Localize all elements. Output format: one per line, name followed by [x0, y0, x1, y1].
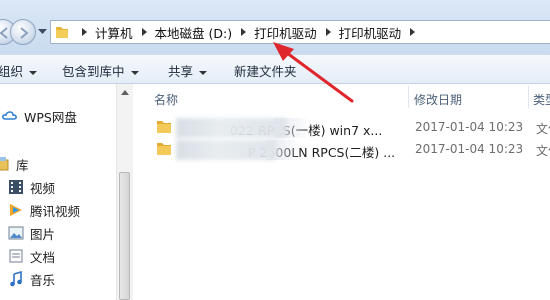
- nav-item-label: 文档: [30, 249, 56, 265]
- nav-item-library[interactable]: 库: [0, 154, 29, 174]
- dropdown-caret-icon: [29, 70, 38, 75]
- include-in-library-label: 包含到库中: [62, 64, 125, 79]
- redacted-name-fade: [266, 140, 302, 160]
- breadcrumb-local-disk-d[interactable]: 本地磁盘 (D:): [155, 23, 233, 42]
- nav-item-label: 图片: [30, 226, 56, 242]
- redacted-name-blur: [176, 140, 276, 160]
- tencent-video-icon: [10, 204, 22, 216]
- music-icon: [10, 271, 22, 287]
- breadcrumb-printer-driver-current[interactable]: 打印机驱动: [339, 23, 402, 42]
- chevron-right-icon[interactable]: [409, 27, 417, 37]
- column-divider[interactable]: [408, 86, 409, 108]
- recent-pages-dropdown-icon[interactable]: [38, 29, 47, 35]
- file-type: 文件: [536, 144, 550, 158]
- dropdown-caret-icon: [199, 70, 208, 75]
- address-bar[interactable]: 计算机 本地磁盘 (D:) 打印机驱动 打印机驱动: [50, 20, 550, 44]
- scroll-up-arrow-icon[interactable]: [121, 90, 129, 95]
- column-header-name[interactable]: 名称: [154, 91, 178, 113]
- column-header-type[interactable]: 类型: [533, 91, 550, 113]
- file-row[interactable]: P 2500LN RPCS(二楼) ... 2017-01-04 10:23 文…: [134, 139, 550, 161]
- nav-item-label: WPS网盘: [24, 109, 77, 125]
- nav-item-label: 视频: [30, 180, 56, 196]
- picture-icon: [8, 226, 24, 240]
- include-in-library-button[interactable]: 包含到库中: [62, 61, 139, 80]
- command-toolbar: 组织 包含到库中 共享 新建文件夹: [0, 54, 550, 84]
- dropdown-caret-icon: [130, 70, 139, 75]
- folder-icon: [157, 143, 171, 155]
- nav-item-label: 音乐: [30, 272, 56, 288]
- chevron-right-icon[interactable]: [240, 27, 248, 37]
- document-icon: [9, 249, 23, 263]
- nav-item-music[interactable]: 音乐: [8, 269, 55, 289]
- forward-button[interactable]: [10, 19, 36, 45]
- chevron-right-icon[interactable]: [81, 27, 89, 37]
- cloud-icon: [2, 111, 17, 120]
- organize-button[interactable]: 组织: [0, 61, 38, 80]
- nav-item-pictures[interactable]: 图片: [8, 223, 55, 243]
- library-icon: [0, 157, 9, 171]
- redacted-name-fade: [274, 118, 310, 138]
- new-folder-button[interactable]: 新建文件夹: [234, 61, 297, 80]
- column-divider[interactable]: [528, 86, 529, 108]
- organize-label: 组织: [0, 64, 24, 79]
- nav-item-wps-cloud[interactable]: WPS网盘: [2, 106, 77, 126]
- nav-item-documents[interactable]: 文档: [8, 246, 55, 266]
- breadcrumb-computer[interactable]: 计算机: [95, 23, 133, 42]
- column-header-modified[interactable]: 修改日期: [414, 91, 462, 113]
- new-folder-label: 新建文件夹: [234, 64, 297, 79]
- breadcrumb-printer-driver[interactable]: 打印机驱动: [254, 23, 317, 42]
- nav-pane-scrollbar[interactable]: [116, 84, 133, 300]
- nav-item-label: 库: [16, 157, 29, 173]
- share-label: 共享: [168, 64, 194, 79]
- folder-icon: [157, 121, 171, 133]
- nav-item-video[interactable]: 视频: [8, 177, 55, 197]
- nav-item-tencent-video[interactable]: 腾讯视频: [8, 200, 80, 220]
- chevron-right-icon[interactable]: [325, 27, 333, 37]
- nav-item-label: 腾讯视频: [30, 203, 81, 219]
- scrollbar-thumb[interactable]: [119, 172, 130, 300]
- chevron-right-icon[interactable]: [141, 27, 149, 37]
- video-icon: [9, 180, 23, 194]
- forward-arrow-icon: [20, 27, 29, 39]
- address-bar-strip: 计算机 本地磁盘 (D:) 打印机驱动 打印机驱动: [0, 0, 550, 54]
- file-row[interactable]: 022 RPCS(一楼) win7 x... 2017-01-04 10:23 …: [134, 117, 550, 139]
- share-button[interactable]: 共享: [168, 61, 208, 80]
- folder-icon: [56, 27, 68, 38]
- file-modified-date: 2017-01-04 10:23: [415, 142, 524, 156]
- redacted-name-blur: [176, 118, 286, 138]
- file-type: 文件: [536, 122, 550, 136]
- file-modified-date: 2017-01-04 10:23: [415, 120, 524, 134]
